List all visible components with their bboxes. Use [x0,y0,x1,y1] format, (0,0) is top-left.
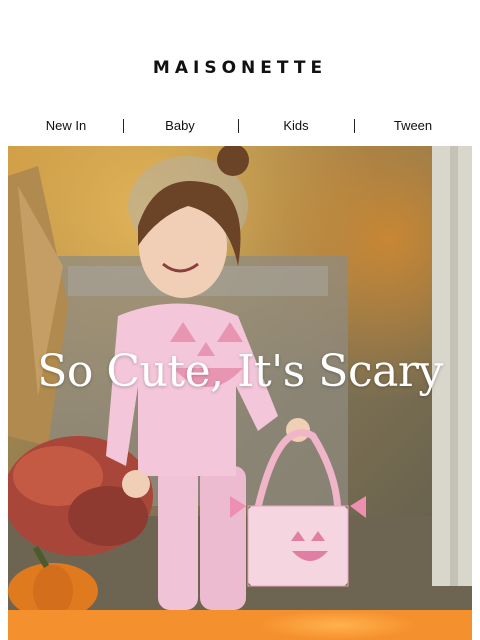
orange-banner-strip [8,610,472,640]
nav-item-tween[interactable]: Tween [394,115,432,137]
hero-banner[interactable]: So Cute, It's Scary [8,146,472,610]
nav-divider [354,119,355,133]
nav-item-baby[interactable]: Baby [165,115,195,137]
category-nav: New In Baby Kids Tween [0,115,480,137]
brand-logo[interactable]: MAISONETTE [0,58,480,78]
nav-divider [238,119,239,133]
band-glow [258,610,418,640]
nav-item-new-in[interactable]: New In [46,115,86,137]
nav-item-kids[interactable]: Kids [283,115,308,137]
hero-title: So Cute, It's Scary [37,346,443,397]
nav-divider [123,119,124,133]
